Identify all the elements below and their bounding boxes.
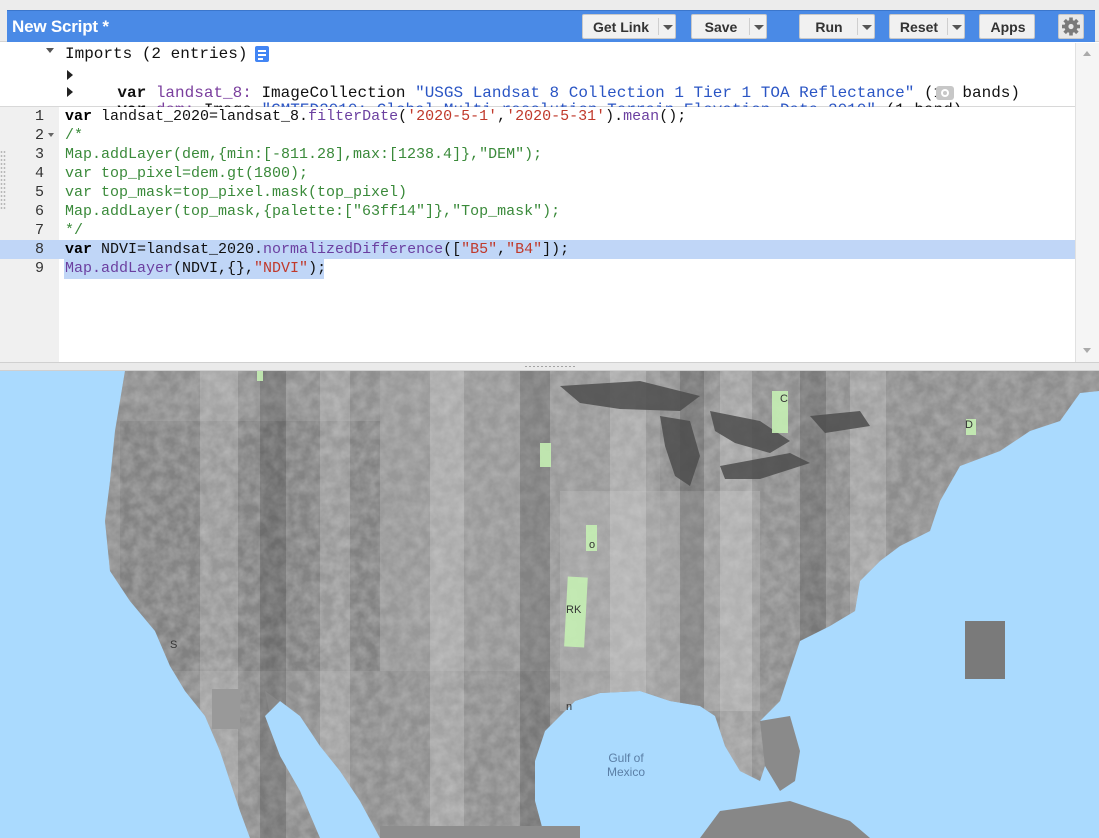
save-dropdown-icon[interactable] <box>754 25 764 30</box>
gear-icon[interactable] <box>1058 14 1084 39</box>
line-number: 6 <box>34 203 44 220</box>
map-label: n <box>566 701 573 713</box>
line-number: 5 <box>34 184 44 201</box>
save-button[interactable]: Save <box>691 14 767 39</box>
map-splitter[interactable] <box>0 362 1099 371</box>
line-number: 1 <box>34 108 44 125</box>
editor-scrollbar[interactable] <box>1075 43 1099 362</box>
save-label: Save <box>704 19 738 35</box>
gulf-of-mexico-label: Gulf of Mexico <box>606 751 645 779</box>
apps-label: Apps <box>990 19 1026 35</box>
code-line-7[interactable]: */ <box>65 222 83 239</box>
drag-grip-icon[interactable] <box>524 365 576 368</box>
fold-icon[interactable] <box>48 133 54 137</box>
apps-button[interactable]: Apps <box>979 14 1035 39</box>
run-dropdown-icon[interactable] <box>862 25 872 30</box>
imports-summary[interactable]: Imports (2 entries) <box>65 45 247 63</box>
ocean-tile <box>212 689 240 729</box>
code-editor[interactable]: 1 2 3 4 5 6 7 8 9 var landsat_2020=lands… <box>0 107 1075 362</box>
code-line-2[interactable]: /* <box>65 127 83 144</box>
imports-panel: Imports (2 entries) var landsat_8: Image… <box>0 43 1075 119</box>
map-view[interactable]: S n RK C D o Gulf of Mexico <box>0 371 1099 838</box>
ocean-tile <box>380 826 580 838</box>
reset-dropdown-icon[interactable] <box>952 25 962 30</box>
florida <box>760 716 800 791</box>
code-line-8[interactable]: var NDVI=landsat_2020.normalizedDifferen… <box>65 241 569 258</box>
get-link-dropdown-icon[interactable] <box>663 25 673 30</box>
expand-dem-icon[interactable] <box>67 87 73 97</box>
map-label: S <box>170 639 178 651</box>
reset-button[interactable]: Reset <box>889 14 965 39</box>
ocean-tile <box>965 621 1005 679</box>
map-label: C <box>780 393 788 405</box>
map-label: o <box>589 539 596 551</box>
line-number: 9 <box>34 260 44 277</box>
code-line-4[interactable]: var top_pixel=dem.gt(1800); <box>65 165 308 182</box>
code-line-1[interactable]: var landsat_2020=landsat_8.filterDate('2… <box>65 108 686 125</box>
editor-toolbar: New Script * Get Link Save Run Reset App… <box>0 0 1099 42</box>
line-number: 8 <box>34 241 44 258</box>
expand-landsat-icon[interactable] <box>67 70 73 80</box>
script-title-bar: New Script * Get Link Save Run Reset App… <box>7 10 1095 42</box>
scroll-down-icon[interactable] <box>1083 348 1091 353</box>
run-button[interactable]: Run <box>799 14 875 39</box>
line-number: 2 <box>34 127 44 144</box>
map-label: RK <box>566 604 582 616</box>
scroll-up-icon[interactable] <box>1083 51 1091 56</box>
show-script-icon[interactable] <box>255 46 269 62</box>
eye-icon[interactable] <box>936 86 954 100</box>
get-link-button[interactable]: Get Link <box>582 14 676 39</box>
code-line-5[interactable]: var top_mask=top_pixel.mask(top_pixel) <box>65 184 407 201</box>
reset-label: Reset <box>899 19 939 35</box>
script-title[interactable]: New Script * <box>12 17 109 37</box>
run-label: Run <box>815 19 843 35</box>
line-number: 4 <box>34 165 44 182</box>
code-line-9[interactable]: Map.addLayer(NDVI,{},"NDVI"); <box>65 260 326 277</box>
collapse-imports-icon[interactable] <box>46 48 54 53</box>
line-number: 3 <box>34 146 44 163</box>
line-number: 7 <box>34 222 44 239</box>
code-line-6[interactable]: Map.addLayer(top_mask,{palette:["63ff14"… <box>65 203 560 220</box>
code-line-3[interactable]: Map.addLayer(dem,{min:[-811.28],max:[123… <box>65 146 542 163</box>
ndvi-map-layer <box>0 371 1099 838</box>
cuba <box>700 801 870 838</box>
left-panel-resize-handle[interactable] <box>0 150 6 210</box>
get-link-label: Get Link <box>592 19 649 35</box>
map-label: D <box>965 419 973 431</box>
